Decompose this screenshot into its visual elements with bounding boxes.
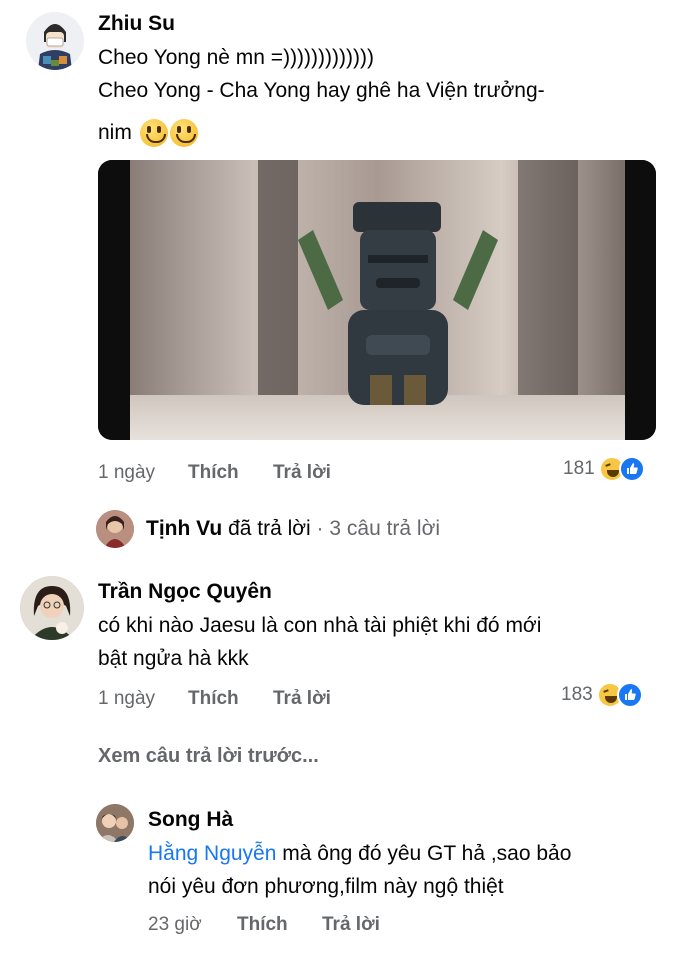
reply-author[interactable]: Song Hà bbox=[148, 808, 233, 832]
avatar-tinh-vu[interactable] bbox=[96, 510, 134, 548]
reaction-count: 181 bbox=[563, 458, 595, 479]
reply-text: mà ông đó yêu GT hả ,sao bảo bbox=[276, 842, 572, 865]
like-button[interactable]: Thích bbox=[188, 462, 239, 484]
avatar-zhiu-su[interactable] bbox=[26, 12, 84, 70]
comment-author[interactable]: Zhiu Su bbox=[98, 12, 175, 36]
avatar-illustration bbox=[26, 12, 84, 70]
reply-time[interactable]: 23 giờ bbox=[148, 914, 202, 936]
reply-line: Hằng Nguyễn mà ông đó yêu GT hả ,sao bảo bbox=[148, 838, 571, 870]
avatar-illustration bbox=[20, 576, 84, 640]
comment-line-with-emoji: nim bbox=[98, 117, 198, 149]
avatar-tran-ngoc-quyen[interactable] bbox=[20, 576, 84, 640]
comment-time[interactable]: 1 ngày bbox=[98, 462, 155, 484]
comment-time[interactable]: 1 ngày bbox=[98, 688, 155, 710]
reply-summary-name: Tịnh Vu bbox=[146, 517, 223, 540]
comment-line: Cheo Yong nè mn =))))))))))))) bbox=[98, 46, 374, 69]
smiley-emoji-icon bbox=[139, 119, 168, 148]
reply-line: nói yêu đơn phương,film này ngộ thiệt bbox=[148, 875, 504, 898]
reaction-summary[interactable]: 183 bbox=[561, 682, 643, 708]
avatar-illustration bbox=[96, 804, 134, 842]
like-reaction-icon bbox=[618, 456, 645, 482]
like-button[interactable]: Thích bbox=[188, 688, 239, 710]
reply-button[interactable]: Trả lời bbox=[273, 688, 331, 710]
comment-line: nim bbox=[98, 121, 132, 144]
video-attachment[interactable] bbox=[98, 160, 656, 440]
mention-link[interactable]: Hằng Nguyễn bbox=[148, 842, 276, 865]
reply-button[interactable]: Trả lời bbox=[273, 462, 331, 484]
comment-line: bật ngửa hà kkk bbox=[98, 647, 249, 670]
smiley-emoji-icon bbox=[169, 119, 198, 148]
reply-summary-link[interactable]: Tịnh Vu đã trả lời · 3 câu trả lời bbox=[146, 517, 440, 541]
like-button[interactable]: Thích bbox=[237, 914, 288, 936]
avatar-illustration bbox=[96, 510, 134, 548]
comment-line: Cheo Yong - Cha Yong hay ghê ha Viện trư… bbox=[98, 79, 545, 102]
view-previous-replies-link[interactable]: Xem câu trả lời trước... bbox=[98, 745, 319, 768]
comment-line: có khi nào Jaesu là con nhà tài phiệt kh… bbox=[98, 614, 542, 637]
reply-button[interactable]: Trả lời bbox=[322, 914, 380, 936]
reaction-count: 183 bbox=[561, 684, 593, 705]
avatar-song-ha[interactable] bbox=[96, 804, 134, 842]
like-reaction-icon bbox=[616, 682, 643, 708]
reaction-summary[interactable]: 181 bbox=[563, 456, 645, 482]
video-thumbnail bbox=[98, 160, 656, 440]
comment-author[interactable]: Trần Ngọc Quyên bbox=[98, 580, 272, 604]
reply-summary-action: đã trả lời bbox=[228, 517, 311, 540]
reply-summary-count: · 3 câu trả lời bbox=[316, 517, 441, 540]
